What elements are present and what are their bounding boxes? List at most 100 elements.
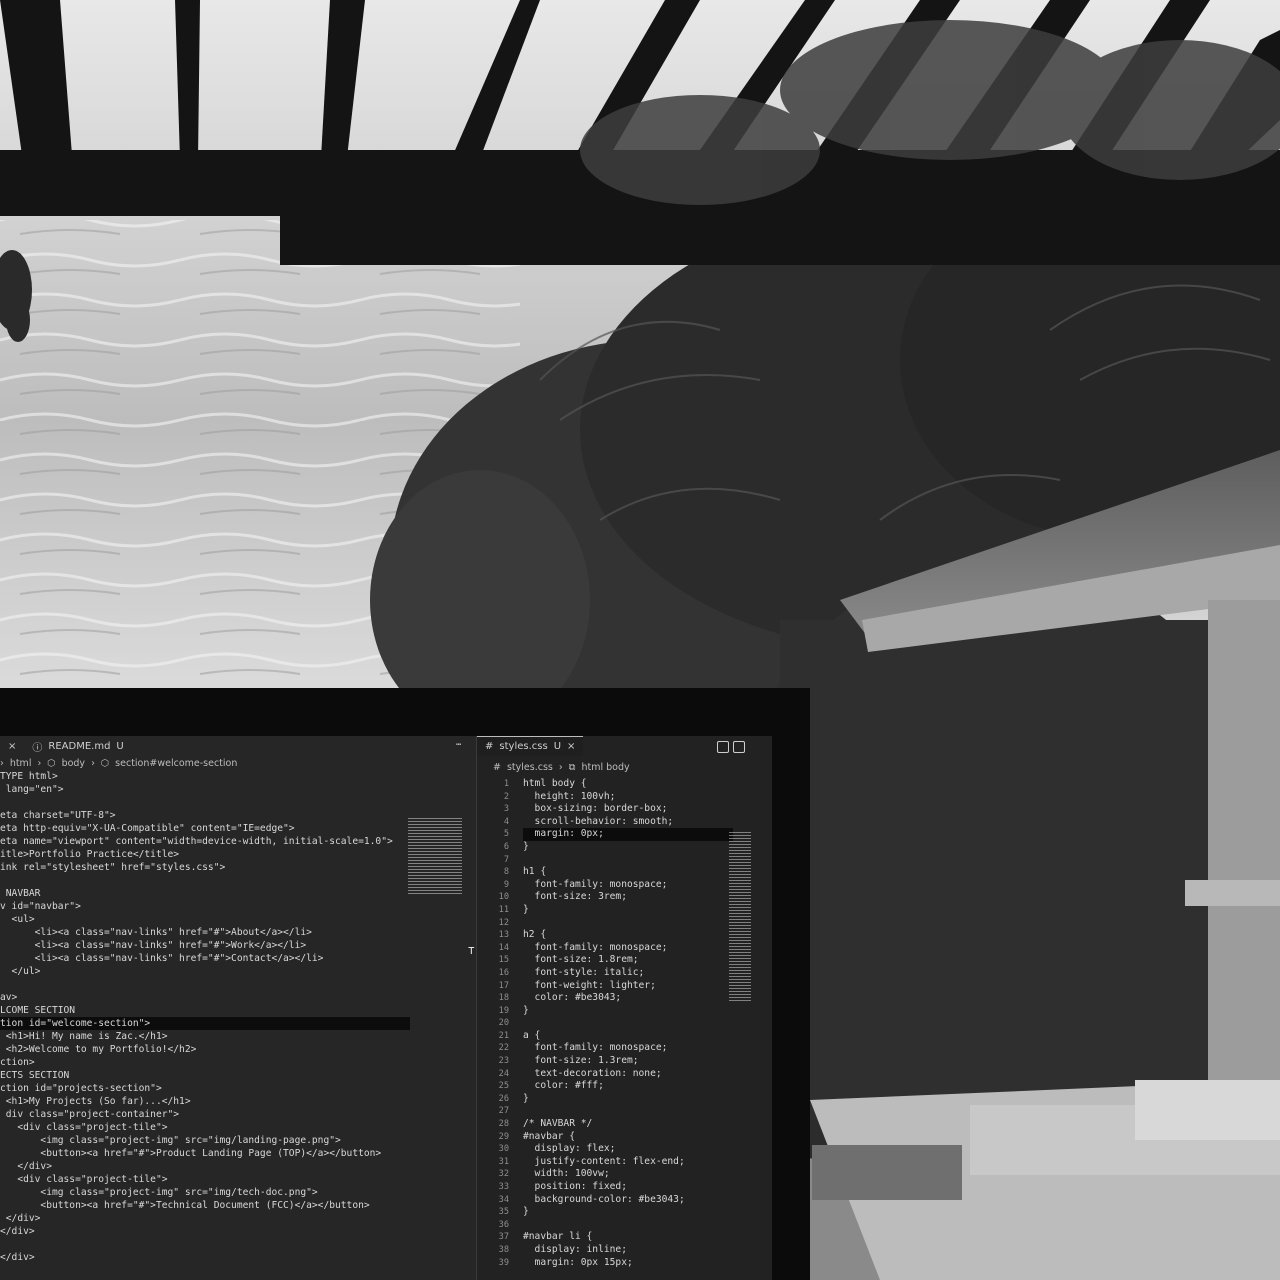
- code-line[interactable]: [523, 1219, 733, 1232]
- code-line[interactable]: ECTS SECTION: [0, 1069, 410, 1082]
- code-line[interactable]: position: fixed;: [523, 1181, 733, 1194]
- code-line[interactable]: display: inline;: [523, 1244, 733, 1257]
- code-line[interactable]: [523, 1105, 733, 1118]
- code-line[interactable]: margin: 0px 15px;: [523, 1257, 733, 1270]
- code-line[interactable]: html body {: [523, 778, 733, 791]
- line-number: 8: [503, 867, 509, 878]
- code-line[interactable]: <li><a class="nav-links" href="#">About<…: [0, 926, 410, 939]
- code-line[interactable]: font-family: monospace;: [523, 942, 733, 955]
- code-line[interactable]: eta name="viewport" content="width=devic…: [0, 835, 410, 848]
- code-line[interactable]: }: [523, 841, 733, 854]
- code-line[interactable]: h2 {: [523, 929, 733, 942]
- code-line[interactable]: }: [523, 904, 733, 917]
- code-line[interactable]: itle>Portfolio Practice</title>: [0, 848, 410, 861]
- info-icon: ⓘ: [32, 742, 43, 754]
- code-line[interactable]: ction id="projects-section">: [0, 1082, 410, 1095]
- code-line[interactable]: box-sizing: border-box;: [523, 803, 733, 816]
- code-line[interactable]: font-size: 3rem;: [523, 891, 733, 904]
- code-line[interactable]: }: [523, 1093, 733, 1106]
- layout-icon[interactable]: [733, 741, 745, 753]
- code-line[interactable]: color: #fff;: [523, 1080, 733, 1093]
- code-line[interactable]: background-color: #be3043;: [523, 1194, 733, 1207]
- code-line[interactable]: h1 {: [523, 866, 733, 879]
- code-line[interactable]: font-style: italic;: [523, 967, 733, 980]
- code-line[interactable]: <button><a href="#">Product Landing Page…: [0, 1147, 410, 1160]
- code-line[interactable]: font-weight: lighter;: [523, 980, 733, 993]
- code-line[interactable]: <ul>: [0, 913, 410, 926]
- code-line[interactable]: font-family: monospace;: [523, 879, 733, 892]
- split-editor-icon[interactable]: [717, 741, 729, 753]
- code-line[interactable]: [0, 796, 410, 809]
- code-line[interactable]: /* NAVBAR */: [523, 1118, 733, 1131]
- code-line[interactable]: </div>: [0, 1160, 410, 1173]
- code-line[interactable]: }: [523, 1206, 733, 1219]
- code-line[interactable]: tion id="welcome-section">: [0, 1017, 410, 1030]
- code-line[interactable]: a {: [523, 1030, 733, 1043]
- code-line[interactable]: <div class="project-tile">: [0, 1173, 410, 1186]
- tab-readme[interactable]: ⓘ README.md U: [24, 739, 131, 754]
- breadcrumb-item[interactable]: styles.css: [507, 762, 553, 776]
- code-line[interactable]: justify-content: flex-end;: [523, 1156, 733, 1169]
- code-line[interactable]: [523, 854, 733, 867]
- code-line[interactable]: ink rel="stylesheet" href="styles.css">: [0, 861, 410, 874]
- code-line[interactable]: <li><a class="nav-links" href="#">Work</…: [0, 939, 410, 952]
- html-code[interactable]: TYPE html> lang="en"> eta charset="UTF-8"…: [0, 770, 410, 1264]
- code-line[interactable]: </div>: [0, 1225, 410, 1238]
- breadcrumb-item[interactable]: html body: [581, 762, 629, 776]
- line-number: 13: [498, 930, 509, 941]
- code-line[interactable]: </div>: [0, 1212, 410, 1225]
- tab-close-icon[interactable]: ×: [8, 741, 16, 752]
- code-line[interactable]: color: #be3043;: [523, 992, 733, 1005]
- code-line[interactable]: div class="project-container">: [0, 1108, 410, 1121]
- code-line[interactable]: LCOME SECTION: [0, 1004, 410, 1017]
- tab-styles-css[interactable]: # styles.css U ×: [477, 736, 584, 756]
- code-line[interactable]: ction>: [0, 1056, 410, 1069]
- code-line[interactable]: <div class="project-tile">: [0, 1121, 410, 1134]
- code-line[interactable]: font-size: 1.3rem;: [523, 1055, 733, 1068]
- code-line[interactable]: lang="en">: [0, 783, 410, 796]
- code-line[interactable]: av>: [0, 991, 410, 1004]
- code-line[interactable]: [523, 1017, 733, 1030]
- code-line[interactable]: display: flex;: [523, 1143, 733, 1156]
- code-line[interactable]: <img class="project-img" src="img/landin…: [0, 1134, 410, 1147]
- line-number: 35: [498, 1207, 509, 1218]
- code-line[interactable]: #navbar {: [523, 1131, 733, 1144]
- code-line[interactable]: font-size: 1.8rem;: [523, 954, 733, 967]
- right-editor-pane: # styles.css U × # styles.css › ⧉ html b…: [476, 736, 772, 1280]
- code-line[interactable]: font-family: monospace;: [523, 1042, 733, 1055]
- code-line[interactable]: <img class="project-img" src="img/tech-d…: [0, 1186, 410, 1199]
- code-line[interactable]: margin: 0px;: [523, 828, 733, 841]
- line-number: 19: [498, 1005, 509, 1016]
- code-line[interactable]: }: [523, 1005, 733, 1018]
- right-minimap[interactable]: [729, 832, 751, 1002]
- code-line[interactable]: <h1>Hi! My name is Zac.</h1>: [0, 1030, 410, 1043]
- code-line[interactable]: eta charset="UTF-8">: [0, 809, 410, 822]
- code-line[interactable]: <li><a class="nav-links" href="#">Contac…: [0, 952, 410, 965]
- code-line[interactable]: eta http-equiv="X-UA-Compatible" content…: [0, 822, 410, 835]
- code-line[interactable]: text-decoration: none;: [523, 1068, 733, 1081]
- left-minimap[interactable]: [408, 818, 462, 894]
- line-number: 24: [498, 1068, 509, 1079]
- code-line[interactable]: scroll-behavior: smooth;: [523, 816, 733, 829]
- code-line[interactable]: width: 100vw;: [523, 1168, 733, 1181]
- line-number: 1: [503, 779, 509, 789]
- more-icon[interactable]: ⋯: [456, 740, 464, 750]
- tab-index-html[interactable]: ×: [0, 741, 24, 752]
- code-line[interactable]: <h2>Welcome to my Portfolio!</h2>: [0, 1043, 410, 1056]
- code-line[interactable]: [0, 1238, 410, 1251]
- code-line[interactable]: TYPE html>: [0, 770, 410, 783]
- laptop: × ⓘ README.md U › html › ⬡ body › ⬡ sect…: [0, 688, 810, 1280]
- code-line[interactable]: [0, 874, 410, 887]
- code-line[interactable]: <button><a href="#">Technical Document (…: [0, 1199, 410, 1212]
- code-line[interactable]: v id="navbar">: [0, 900, 410, 913]
- code-line[interactable]: NAVBAR: [0, 887, 410, 900]
- code-line[interactable]: <h1>My Projects (So far)...</h1>: [0, 1095, 410, 1108]
- code-line[interactable]: height: 100vh;: [523, 791, 733, 804]
- code-line[interactable]: [523, 917, 733, 930]
- code-line[interactable]: #navbar li {: [523, 1231, 733, 1244]
- tab-close-icon[interactable]: ×: [567, 741, 575, 752]
- code-line[interactable]: </ul>: [0, 965, 410, 978]
- css-code[interactable]: html body { height: 100vh; box-sizing: b…: [523, 778, 733, 1269]
- code-line[interactable]: </div>: [0, 1251, 410, 1264]
- code-line[interactable]: [0, 978, 410, 991]
